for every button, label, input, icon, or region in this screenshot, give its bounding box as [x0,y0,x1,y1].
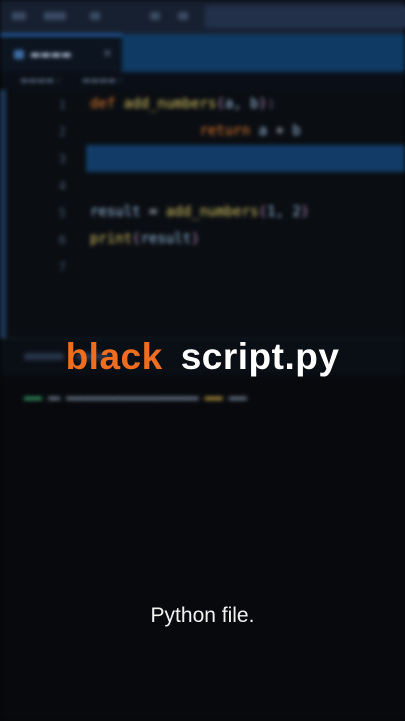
code-token: result [90,204,150,220]
breadcrumb-part: ▬▬▬▬ › [20,76,61,86]
line-number: 1 [58,98,66,112]
code-token: def [90,96,124,112]
line-number: 7 [58,260,66,274]
code-token: ( [216,96,225,112]
code-token: result [140,231,192,247]
code-token: ( [132,231,141,247]
title-bar [0,0,405,34]
line-number: 6 [58,233,66,247]
code-token: + [267,123,293,139]
line-number: 2 [58,125,66,139]
code-token: 1, 2 [267,204,301,220]
title-word-black: black [65,336,163,377]
breadcrumb: ▬▬▬▬ › ▬▬▬▬ › [0,72,405,90]
code-line[interactable]: print(result) [90,231,200,247]
tab-script[interactable]: ▬▬▬▬ ✕ [0,34,122,72]
code-token: ) [191,231,200,247]
code-token: add_numbers [165,204,259,220]
terminal-prompt: ▬▬▬ ▬▬ ▬▬▬▬▬▬▬▬▬▬▬▬▬▬▬▬▬▬▬▬▬▬ ▬▬▬ ▬▬▬ [24,393,247,404]
code-editor[interactable]: 1 def add_numbers(a, b): 2 return a + b345… [0,90,405,338]
code-token: return [90,123,259,139]
nav-icon[interactable] [90,12,100,20]
gutter-accent [0,90,6,338]
code-token: = [149,204,166,220]
code-token: ): [258,96,276,112]
code-token: print [90,231,133,247]
tab-label: ▬▬▬▬ [30,48,72,61]
code-token: a [258,123,268,139]
code-token: b [292,123,301,139]
back-icon[interactable] [150,12,160,20]
title-word-script: script.py [180,336,340,377]
file-icon [14,50,24,59]
terminal-panel[interactable]: ▬▬▬ ▬▬ ▬▬▬▬▬▬▬▬▬▬▬▬▬▬▬▬▬▬▬▬▬▬ ▬▬▬ ▬▬▬ [0,338,405,721]
close-icon[interactable]: ✕ [103,47,112,60]
breadcrumb-part: ▬▬▬▬ › [82,76,123,86]
forward-icon[interactable] [178,12,188,20]
code-token: ) [300,204,310,220]
subtitle-caption: Python file. [150,604,255,627]
code-line[interactable]: return a + b [90,123,301,139]
code-token: a, b [224,96,259,112]
line-number: 4 [58,179,66,193]
line-number: 5 [58,206,66,220]
menu-item[interactable] [44,12,66,20]
line-number: 3 [58,152,66,166]
tab-bar: ▬▬▬▬ ✕ [0,34,405,72]
command-search[interactable] [205,6,405,28]
code-line[interactable]: result = add_numbers(1, 2) [90,204,309,220]
menu-icon[interactable] [12,12,26,20]
code-token: add_numbers [123,96,217,112]
video-title-overlay: black script.py [0,336,405,378]
code-line[interactable]: def add_numbers(a, b): [90,96,275,112]
code-token: ( [258,204,268,220]
current-line-highlight [86,145,405,172]
